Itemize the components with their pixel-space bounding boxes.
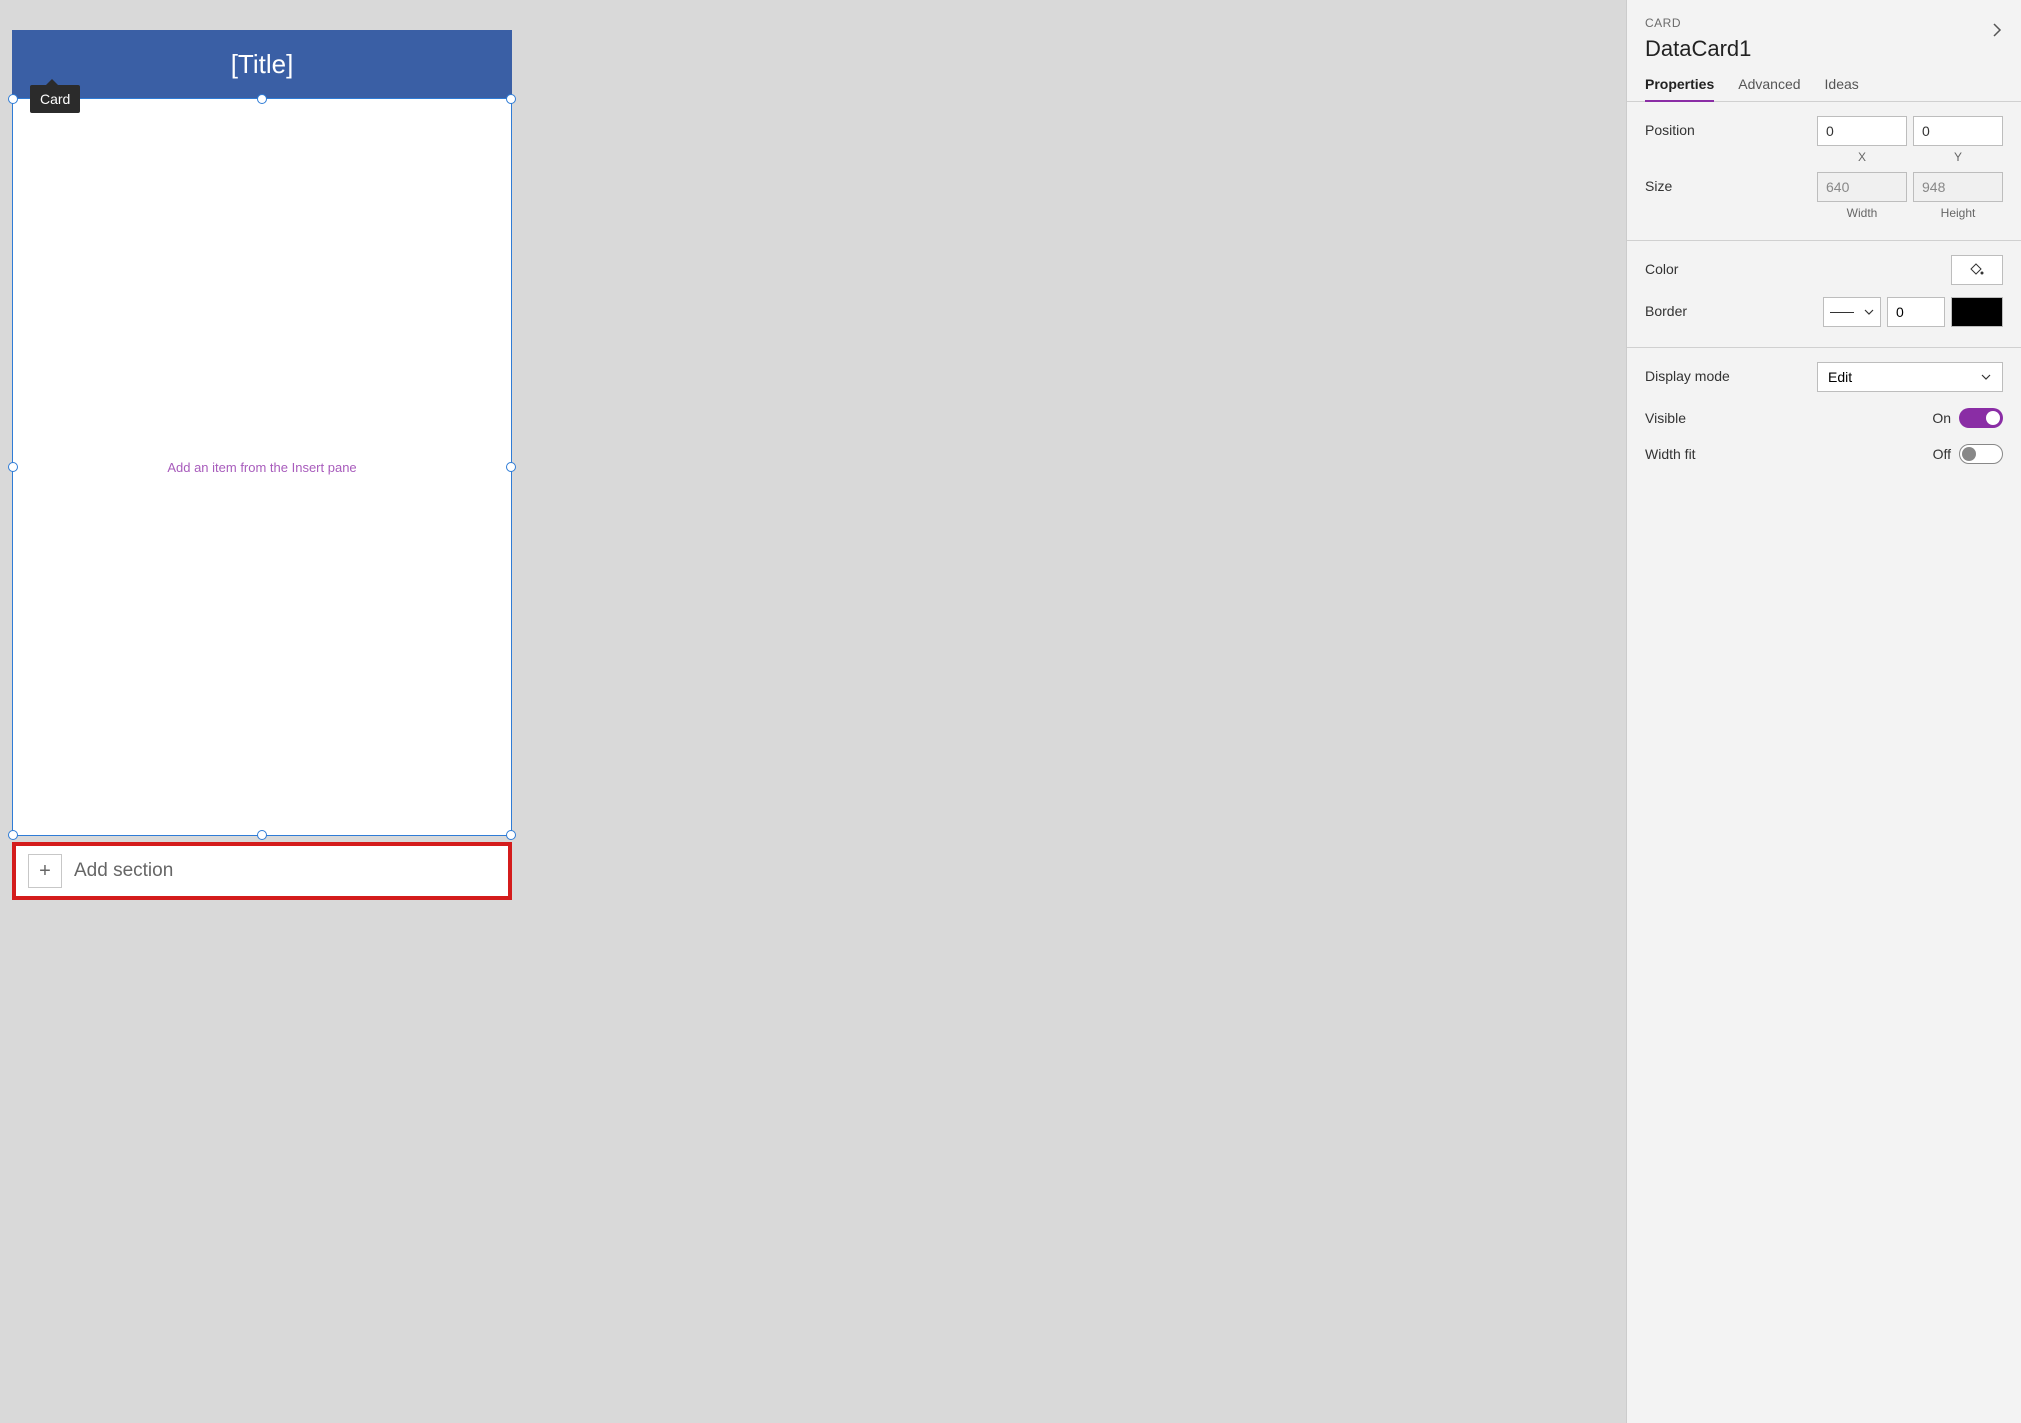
panel-type-label: CARD xyxy=(1645,16,2003,30)
position-y-sublabel: Y xyxy=(1913,150,2003,164)
resize-handle-top-left[interactable] xyxy=(8,94,18,104)
position-x-input[interactable] xyxy=(1817,116,1907,146)
card-header[interactable]: [Title] xyxy=(12,30,512,98)
position-label: Position xyxy=(1645,116,1817,138)
fill-icon xyxy=(1969,262,1985,278)
body-placeholder-text: Add an item from the Insert pane xyxy=(167,460,356,475)
border-width-input[interactable] xyxy=(1887,297,1945,327)
panel-collapse-button[interactable] xyxy=(1989,22,2005,43)
color-picker-button[interactable] xyxy=(1951,255,2003,285)
properties-panel: CARD DataCard1 Properties Advanced Ideas… xyxy=(1626,0,2021,1423)
size-height-input[interactable] xyxy=(1913,172,2003,202)
border-label: Border xyxy=(1645,297,1823,319)
selection-tooltip: Card xyxy=(30,85,80,113)
width-fit-toggle[interactable] xyxy=(1959,444,2003,464)
resize-handle-middle-right[interactable] xyxy=(506,462,516,472)
width-fit-label: Width fit xyxy=(1645,446,1933,462)
chevron-down-icon xyxy=(1864,307,1874,317)
card-title: [Title] xyxy=(231,49,294,80)
display-mode-label: Display mode xyxy=(1645,362,1817,384)
resize-handle-middle-left[interactable] xyxy=(8,462,18,472)
border-style-line-icon xyxy=(1830,312,1854,313)
resize-handle-top-middle[interactable] xyxy=(257,94,267,104)
resize-handle-top-right[interactable] xyxy=(506,94,516,104)
panel-tabs: Properties Advanced Ideas xyxy=(1627,62,2021,102)
color-label: Color xyxy=(1645,255,1951,277)
card[interactable]: [Title] xyxy=(12,30,512,98)
size-height-sublabel: Height xyxy=(1913,206,2003,220)
tab-ideas[interactable]: Ideas xyxy=(1825,76,1859,101)
plus-icon: + xyxy=(28,854,62,888)
resize-handle-bottom-right[interactable] xyxy=(506,830,516,840)
visible-label: Visible xyxy=(1645,410,1932,426)
chevron-down-icon xyxy=(1980,371,1992,383)
width-fit-state-text: Off xyxy=(1933,446,1951,462)
size-label: Size xyxy=(1645,172,1817,194)
tab-advanced[interactable]: Advanced xyxy=(1738,76,1800,101)
resize-handle-bottom-left[interactable] xyxy=(8,830,18,840)
resize-handle-bottom-middle[interactable] xyxy=(257,830,267,840)
tab-properties[interactable]: Properties xyxy=(1645,76,1714,102)
datacard-body[interactable]: Add an item from the Insert pane xyxy=(12,98,512,836)
border-style-dropdown[interactable] xyxy=(1823,297,1881,327)
display-mode-value: Edit xyxy=(1828,369,1852,385)
visible-toggle[interactable] xyxy=(1959,408,2003,428)
canvas-area[interactable]: [Title] Card Add an item from the Insert… xyxy=(0,0,1626,1423)
display-mode-select[interactable]: Edit xyxy=(1817,362,2003,392)
border-color-swatch[interactable] xyxy=(1951,297,2003,327)
card-container: [Title] Card Add an item from the Insert… xyxy=(12,30,522,900)
panel-object-name: DataCard1 xyxy=(1645,36,2003,62)
add-section-button[interactable]: + Add section xyxy=(12,842,512,900)
selection-tooltip-label: Card xyxy=(40,91,70,107)
visible-state-text: On xyxy=(1932,410,1951,426)
size-width-input[interactable] xyxy=(1817,172,1907,202)
chevron-right-icon xyxy=(1989,22,2005,38)
position-x-sublabel: X xyxy=(1817,150,1907,164)
size-width-sublabel: Width xyxy=(1817,206,1907,220)
position-y-input[interactable] xyxy=(1913,116,2003,146)
add-section-label: Add section xyxy=(74,860,173,882)
